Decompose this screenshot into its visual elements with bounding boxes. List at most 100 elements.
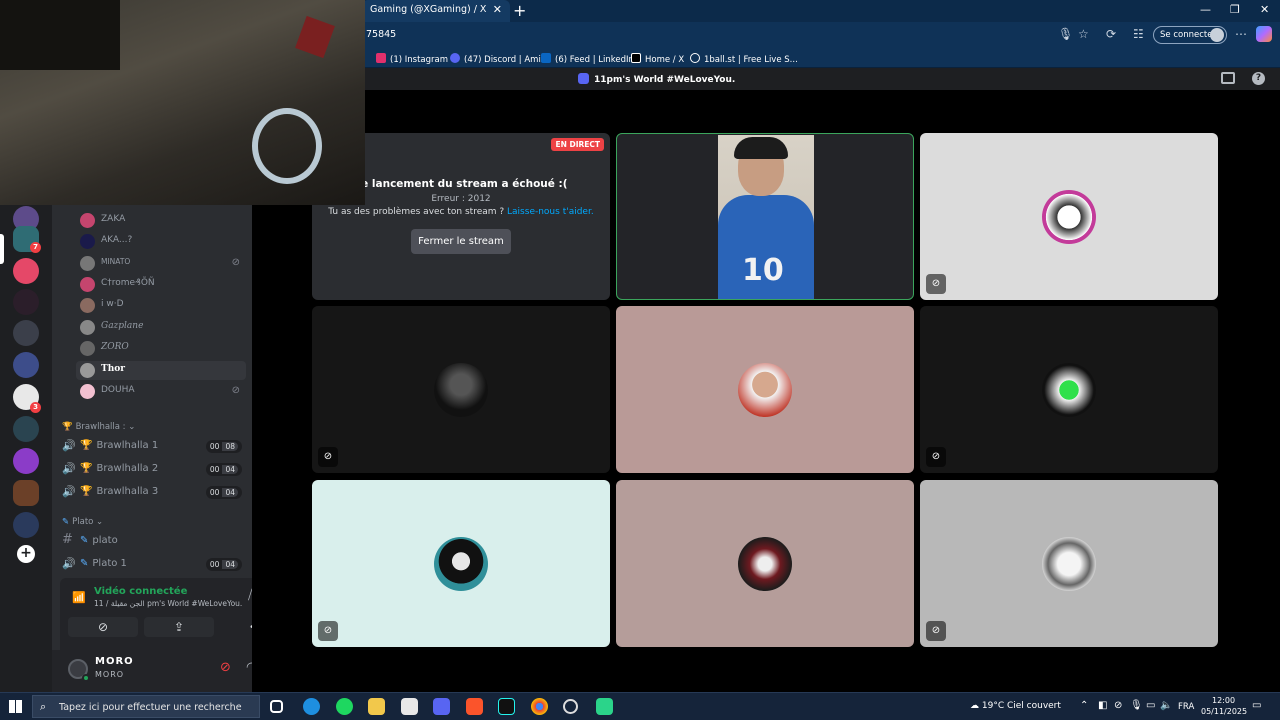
voice-member[interactable]: MINATO ⊘: [80, 254, 246, 273]
server-icon-3[interactable]: [13, 258, 39, 284]
signal-icon[interactable]: 📶: [72, 591, 86, 604]
avatar: [1042, 363, 1096, 417]
copilot-icon[interactable]: [1256, 26, 1272, 42]
new-tab-button[interactable]: +: [513, 1, 526, 20]
clock-date[interactable]: 05/11/2025: [1201, 707, 1247, 716]
voice-member[interactable]: Gazplane: [80, 318, 246, 337]
screen-share-button[interactable]: ⇪: [144, 617, 214, 637]
spotify-icon[interactable]: [336, 698, 353, 715]
server-icon-8[interactable]: [13, 416, 39, 442]
tray-chevron-icon[interactable]: ⌃: [1080, 700, 1088, 711]
minimize-icon[interactable]: —: [1200, 3, 1211, 16]
server-icon-10[interactable]: [13, 480, 39, 506]
openai-icon[interactable]: [563, 699, 578, 714]
close-stream-button[interactable]: Fermer le stream: [411, 229, 511, 254]
tray-app-icon[interactable]: ◧: [1098, 700, 1107, 711]
voice-channel[interactable]: 🔊 ✎ Plato 1 00 04: [60, 554, 246, 574]
tab-active[interactable]: Gaming (@XGaming) / X ✕: [362, 0, 510, 22]
bookmark-instagram[interactable]: (1) Instagram: [376, 53, 448, 65]
voice-channel[interactable]: 🔊 🏆 Brawlhalla 3 00 04: [60, 482, 246, 502]
mic-muted-icon[interactable]: ⊘: [220, 660, 231, 675]
language-indicator[interactable]: FRA: [1178, 702, 1194, 712]
bookmark-1ball[interactable]: 1ball.st | Free Live S...: [690, 53, 798, 65]
voice-member[interactable]: ZORO: [80, 339, 246, 358]
brush-icon: ✎: [80, 558, 89, 569]
extensions-icon[interactable]: ⟳: [1106, 27, 1116, 41]
avatar: [738, 363, 792, 417]
voice-channel[interactable]: 🔊 🏆 Brawlhalla 1 00 08: [60, 436, 246, 456]
favorites-icon[interactable]: ☷: [1133, 27, 1144, 41]
avatar: [434, 537, 488, 591]
server-icon-5[interactable]: [13, 320, 39, 346]
participant-tile[interactable]: [616, 480, 914, 647]
discord-icon[interactable]: [433, 698, 450, 715]
voice-channel[interactable]: 🔊 🏆 Brawlhalla 2 00 04: [60, 459, 246, 479]
muted-icon: ⊘: [926, 274, 946, 294]
avatar: [80, 384, 95, 399]
app-icon[interactable]: [596, 698, 613, 715]
server-icon-9[interactable]: [13, 448, 39, 474]
notifications-icon[interactable]: ▭: [1252, 700, 1261, 711]
tab-close-icon[interactable]: ✕: [493, 3, 502, 16]
voice-member[interactable]: C†rome₰ÕÑ: [80, 275, 246, 294]
bookmark-discord[interactable]: (47) Discord | Amis: [450, 53, 545, 65]
task-view-icon[interactable]: [270, 700, 283, 713]
username[interactable]: MORO: [95, 656, 134, 667]
tray-network-icon[interactable]: ⊘: [1114, 700, 1122, 711]
participant-tile[interactable]: ⊘: [312, 306, 610, 473]
avatar: [434, 363, 488, 417]
online-status-icon: [82, 674, 90, 682]
signin-button[interactable]: Se connecter: [1153, 26, 1227, 44]
discord-icon: [450, 53, 460, 63]
volume-icon[interactable]: 🔈: [1160, 700, 1172, 711]
add-server-icon[interactable]: +: [17, 545, 35, 563]
taskbar-search[interactable]: ⌕ Tapez ici pour effectuer une recherche: [32, 695, 260, 718]
text-channel[interactable]: # ✎ plato: [60, 531, 246, 551]
server-icon-11[interactable]: [13, 512, 39, 538]
inbox-icon[interactable]: [1221, 72, 1235, 84]
bookmark-linkedin[interactable]: (6) Feed | LinkedIn: [541, 53, 634, 65]
bookmark-x[interactable]: Home / X: [631, 53, 684, 65]
help-link[interactable]: Laisse-nous t'aider.: [507, 207, 594, 217]
participant-tile[interactable]: ⊘: [920, 133, 1218, 300]
url-text[interactable]: 75845: [366, 29, 396, 40]
voice-member[interactable]: Thor: [76, 361, 246, 380]
maximize-icon[interactable]: ❐: [1230, 3, 1240, 16]
more-menu-icon[interactable]: ⋯: [1235, 27, 1247, 41]
chrome-icon[interactable]: [531, 698, 548, 715]
voice-member[interactable]: ZAKA: [80, 211, 246, 230]
camera-tile[interactable]: 10: [616, 133, 914, 300]
clock-time[interactable]: 12:00: [1212, 696, 1235, 705]
edge-icon[interactable]: [303, 698, 320, 715]
store-icon[interactable]: [401, 698, 418, 715]
voice-channel-name[interactable]: 11 / الجن مقيلة pm's World #WeLoveYou.: [94, 599, 242, 608]
mention-badge: 3: [30, 402, 41, 413]
server-icon-4[interactable]: [13, 289, 39, 315]
profile-icon: [1210, 28, 1224, 42]
participant-tile[interactable]: [616, 306, 914, 473]
brave-icon[interactable]: [466, 698, 483, 715]
window-close-icon[interactable]: ✕: [1260, 3, 1269, 16]
tray-display-icon[interactable]: ▭: [1146, 700, 1155, 711]
muted-icon: ⊘: [231, 385, 240, 396]
favorite-star-icon[interactable]: ☆: [1078, 27, 1089, 41]
category-plato[interactable]: ✎ Plato ⌄: [62, 517, 103, 527]
voice-member[interactable]: DOUHA ⊘: [80, 382, 246, 401]
category-brawlhalla[interactable]: 🏆 Brawlhalla : ⌄: [62, 422, 135, 432]
video-grid: EN DIRECT Le lancement du stream a échou…: [252, 90, 1280, 692]
participant-tile[interactable]: ⊘: [312, 480, 610, 647]
file-explorer-icon[interactable]: [368, 698, 385, 715]
voice-member[interactable]: AKA...?: [80, 232, 246, 251]
participant-tile[interactable]: ⊘: [920, 306, 1218, 473]
participant-tile[interactable]: ⊘: [920, 480, 1218, 647]
mic-icon[interactable]: 🎙: [1058, 27, 1073, 41]
windows-start-icon[interactable]: [9, 700, 22, 713]
camera-off-button[interactable]: ⊘: [68, 617, 138, 637]
help-icon[interactable]: ?: [1252, 72, 1265, 85]
voice-member[interactable]: i w·D: [80, 296, 246, 315]
tray-mic-icon[interactable]: 🎙: [1130, 700, 1143, 711]
tiktok-icon[interactable]: [498, 698, 515, 715]
cap: [734, 137, 788, 159]
weather-widget[interactable]: ☁ 19°C Ciel couvert: [970, 701, 1061, 711]
server-icon-6[interactable]: [13, 352, 39, 378]
